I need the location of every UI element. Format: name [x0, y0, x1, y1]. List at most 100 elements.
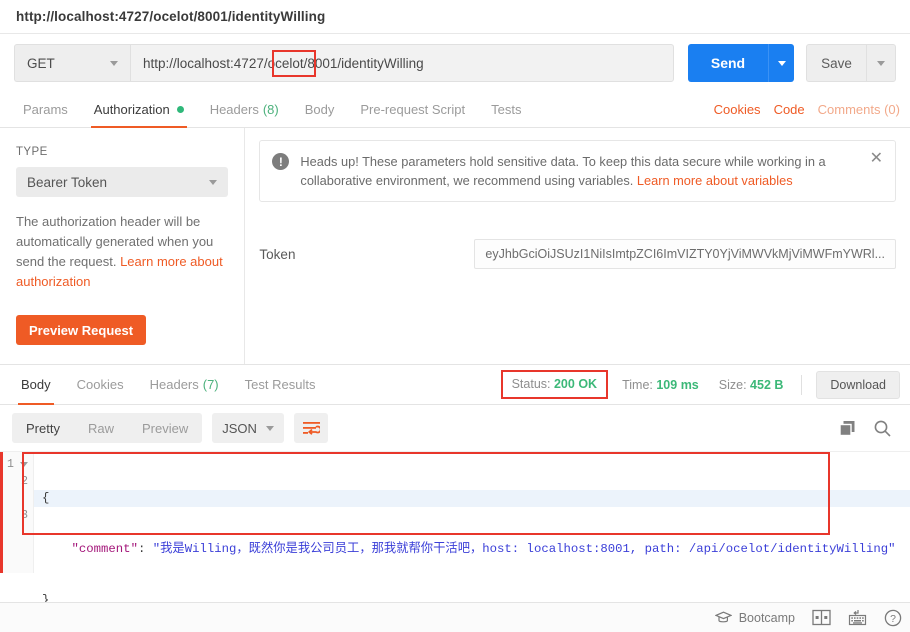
format-tab-pretty[interactable]: Pretty [12, 413, 74, 443]
response-language-select[interactable]: JSON [212, 413, 285, 443]
tab-tests-label: Tests [491, 102, 522, 117]
status-value: 200 OK [553, 377, 598, 391]
authorization-right-column: ! Heads up! These parameters hold sensit… [245, 128, 910, 364]
gutter-line-1: 1 [0, 456, 33, 473]
authorization-panel: TYPE Bearer Token The authorization head… [0, 128, 910, 365]
code-content[interactable]: { "comment": "我是Willing，既然你是我公司员工，那我就帮你干… [34, 452, 910, 607]
response-tab-headers[interactable]: Headers (7) [137, 365, 232, 404]
request-url-row: GET http://localhost:4727/ocelot/8001/id… [0, 34, 910, 92]
tab-params[interactable]: Params [10, 92, 81, 127]
status-meta: Status: 200 OK [512, 377, 598, 391]
code-line-1-text: { [42, 491, 50, 505]
response-tab-test-results[interactable]: Test Results [232, 365, 329, 404]
fold-arrow-icon[interactable] [20, 462, 28, 467]
notice-learn-more-link[interactable]: Learn more about variables [637, 173, 793, 188]
authorization-left-column: TYPE Bearer Token The authorization head… [0, 128, 246, 364]
preview-request-button[interactable]: Preview Request [16, 315, 147, 345]
line-number-2: 2 [21, 475, 28, 488]
copy-button[interactable] [839, 420, 856, 437]
status-label: Status: [511, 377, 551, 391]
bootcamp-button[interactable]: Bootcamp [714, 610, 795, 625]
copy-icon [839, 420, 855, 436]
chevron-down-icon [110, 60, 118, 66]
cookies-link[interactable]: Cookies [714, 102, 761, 117]
comments-link[interactable]: Comments (0) [818, 102, 900, 117]
response-tab-body[interactable]: Body [8, 365, 64, 405]
tab-headers[interactable]: Headers (8) [197, 92, 292, 127]
response-tab-strip: Body Cookies Headers (7) Test Results St… [0, 365, 910, 405]
size-meta: Size: 452 B [709, 378, 794, 392]
token-input[interactable]: eyJhbGciOiJSUzI1NiIsImtpZCI6ImVIZTY0YjVi… [474, 239, 896, 269]
auth-type-select[interactable]: Bearer Token [16, 167, 229, 197]
keyboard-shortcuts-button[interactable] [848, 609, 867, 626]
layout-toggle-button[interactable] [812, 609, 831, 626]
tab-pre-request-script[interactable]: Pre-request Script [347, 92, 478, 127]
size-value: 452 B [750, 377, 784, 392]
gutter-line-wrap [0, 490, 33, 507]
close-icon[interactable]: ✕ [860, 151, 883, 167]
response-tab-cookies[interactable]: Cookies [64, 365, 137, 404]
request-url-input[interactable]: http://localhost:4727/ocelot/8001/identi… [130, 44, 674, 82]
request-url-text: http://localhost:4727/ocelot/8001/identi… [143, 55, 424, 71]
code-line-2-value: "我是Willing，既然你是我公司员工，那我就帮你干活吧，host: loca… [152, 542, 896, 556]
code-line-1: { [34, 490, 910, 507]
bottom-status-bar: Bootcamp ? [0, 602, 910, 632]
tab-authorization[interactable]: Authorization [81, 92, 197, 128]
page-title: http://localhost:4727/ocelot/8001/identi… [16, 9, 326, 24]
bootcamp-label: Bootcamp [738, 610, 795, 625]
token-value: eyJhbGciOiJSUzI1NiIsImtpZCI6ImVIZTY0YjVi… [485, 247, 885, 261]
token-label: Token [259, 246, 296, 262]
tab-authorization-label: Authorization [93, 102, 170, 117]
response-tab-headers-count: (7) [202, 377, 219, 392]
send-options-button[interactable] [768, 44, 794, 82]
time-label: Time: [622, 377, 653, 392]
response-tab-body-label: Body [21, 377, 51, 392]
keyboard-icon [848, 610, 867, 626]
help-button[interactable]: ? [884, 609, 902, 627]
two-pane-layout-icon [812, 609, 831, 626]
time-meta: Time: 109 ms [612, 378, 709, 392]
time-value: 109 ms [656, 377, 699, 392]
download-button[interactable]: Download [816, 370, 900, 399]
authorization-active-dot-icon [176, 106, 184, 113]
format-tab-preview[interactable]: Preview [128, 413, 202, 443]
line-number-3: 3 [21, 509, 28, 522]
response-toolbar-actions [839, 419, 898, 438]
save-options-button[interactable] [866, 44, 896, 82]
help-question-icon: ? [884, 609, 902, 626]
response-tab-test-results-label: Test Results [244, 377, 316, 392]
http-method-label: GET [27, 55, 55, 71]
chevron-down-icon [209, 179, 218, 185]
info-exclamation-icon: ! [272, 153, 290, 170]
code-editor: 1 2 3 { "comment": "我是Willing，既然你是我公司员工，… [0, 452, 910, 607]
graduation-cap-icon [714, 611, 732, 622]
wrap-lines-button[interactable] [294, 413, 329, 443]
tab-body[interactable]: Body [292, 92, 348, 127]
tab-tests[interactable]: Tests [478, 92, 534, 127]
tab-params-label: Params [23, 102, 68, 117]
gutter-line-3: 3 [0, 507, 33, 524]
tab-headers-label: Headers [209, 102, 259, 117]
sensitive-data-notice: ! Heads up! These parameters hold sensit… [259, 140, 896, 202]
tab-headers-count: (8) [262, 102, 279, 117]
auth-type-label: TYPE [16, 146, 48, 158]
response-language-label: JSON [222, 420, 257, 436]
code-line-2-colon: : [137, 542, 153, 556]
size-label: Size: [718, 377, 747, 392]
notice-message: Heads up! These parameters hold sensitiv… [300, 152, 845, 190]
status-annotation-box: Status: 200 OK [500, 370, 609, 399]
http-method-select[interactable]: GET [14, 44, 130, 82]
send-button[interactable]: Send [688, 44, 768, 82]
request-tabs-right-links: Cookies Code Comments (0) [714, 92, 910, 127]
code-link[interactable]: Code [774, 102, 805, 117]
code-line-2-key: "comment" [71, 542, 138, 556]
line-number-1: 1 [7, 458, 14, 471]
save-button[interactable]: Save [806, 44, 866, 82]
send-button-group: Send [688, 44, 794, 82]
chevron-down-icon [777, 60, 786, 66]
wrap-lines-icon [302, 422, 320, 435]
meta-divider [801, 374, 803, 395]
search-button[interactable] [873, 419, 892, 438]
response-format-tabs: Pretty Raw Preview [12, 413, 203, 443]
format-tab-raw[interactable]: Raw [74, 413, 128, 443]
